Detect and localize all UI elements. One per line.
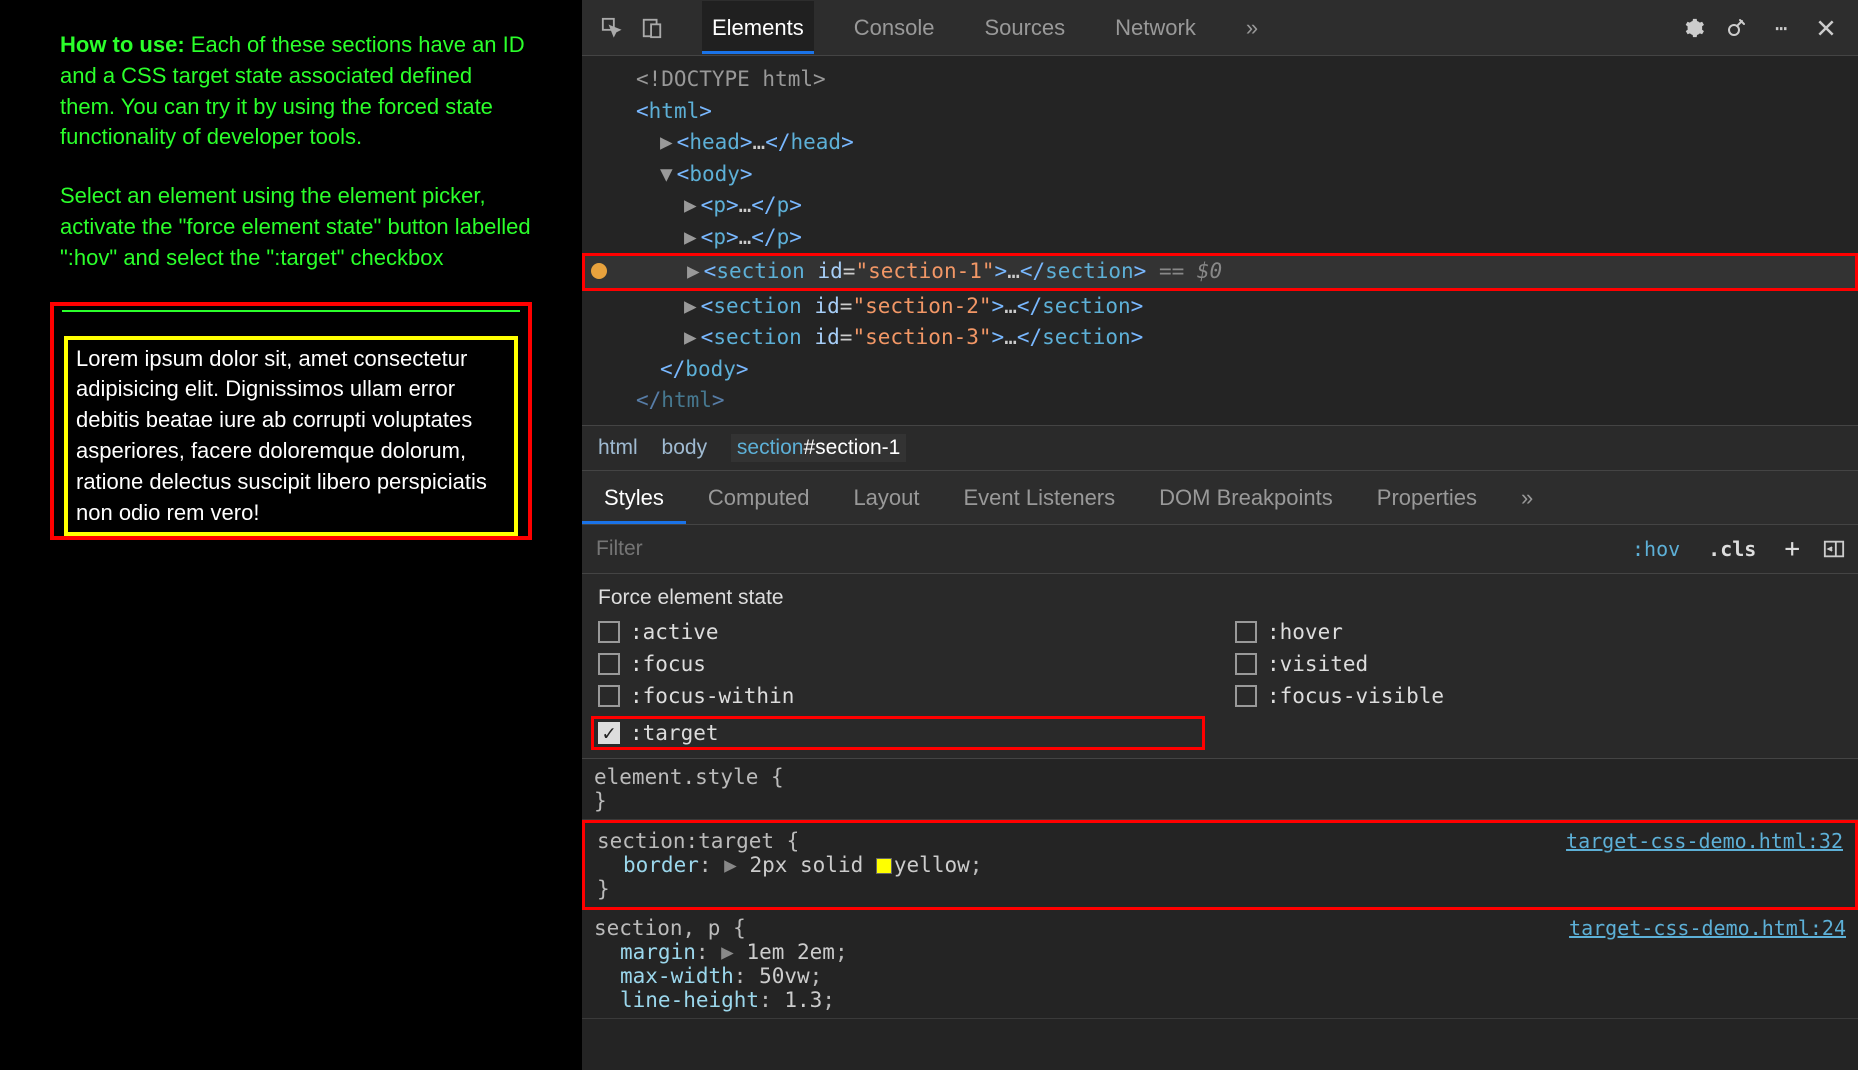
hov-toggle-button[interactable]: :hov: [1626, 535, 1686, 563]
checkbox-icon[interactable]: [598, 653, 620, 675]
rule-element-style[interactable]: element.style { }: [582, 759, 1858, 820]
tabs-overflow[interactable]: »: [1236, 1, 1268, 54]
state-focus-visible[interactable]: :focus-visible: [1235, 684, 1842, 708]
dom-section-3[interactable]: ▶<section id="section-3">…</section>: [582, 322, 1858, 354]
page-content-panel: How to use: Each of these sections have …: [0, 0, 582, 1070]
toolbar-right-icons: ⋯: [1682, 16, 1858, 40]
tab-console[interactable]: Console: [844, 1, 945, 54]
styles-tabs: Styles Computed Layout Event Listeners D…: [582, 471, 1858, 525]
state-focus[interactable]: :focus: [598, 652, 1205, 676]
crumb-body[interactable]: body: [662, 436, 708, 460]
inspect-element-icon[interactable]: [600, 16, 624, 40]
divider: [62, 310, 520, 312]
forced-state-marker-icon: [591, 263, 607, 279]
state-active[interactable]: :active: [598, 620, 1205, 644]
dom-html-close[interactable]: </html>: [582, 385, 1858, 417]
tab-network[interactable]: Network: [1105, 1, 1206, 54]
state-focus-within[interactable]: :focus-within: [598, 684, 1205, 708]
tab-styles[interactable]: Styles: [582, 471, 686, 524]
tab-sources[interactable]: Sources: [974, 1, 1075, 54]
devtools-tabs: Elements Console Sources Network »: [682, 1, 1682, 54]
dom-tree[interactable]: <!DOCTYPE html> <html> ▶<head>…</head> ▼…: [582, 56, 1858, 425]
checkbox-icon[interactable]: [598, 621, 620, 643]
more-options-icon[interactable]: ⋯: [1770, 16, 1794, 40]
dom-body-close[interactable]: </body>: [582, 354, 1858, 386]
dom-head[interactable]: ▶<head>…</head>: [582, 127, 1858, 159]
state-hover[interactable]: :hover: [1235, 620, 1842, 644]
tab-dom-breakpoints[interactable]: DOM Breakpoints: [1137, 471, 1355, 524]
state-visited[interactable]: :visited: [1235, 652, 1842, 676]
checkbox-icon[interactable]: [598, 685, 620, 707]
tab-elements[interactable]: Elements: [702, 1, 814, 54]
styles-rules-pane: element.style { } target-css-demo.html:3…: [582, 759, 1858, 1019]
devtools-panel: Elements Console Sources Network » ⋯ <!D…: [582, 0, 1858, 1070]
rule-section-target[interactable]: target-css-demo.html:32 section:target {…: [582, 820, 1858, 910]
sidebar-toggle-icon[interactable]: [1822, 537, 1846, 561]
checkbox-checked-icon[interactable]: ✓: [598, 722, 620, 744]
howto-paragraph: How to use: Each of these sections have …: [60, 30, 532, 153]
state-checkbox-grid: :active :hover :focus :visited :focus-wi…: [598, 620, 1842, 750]
force-state-title: Force element state: [598, 586, 1842, 610]
tab-layout[interactable]: Layout: [831, 471, 941, 524]
tab-properties[interactable]: Properties: [1355, 471, 1499, 524]
cls-toggle-button[interactable]: .cls: [1702, 535, 1762, 563]
checkbox-icon[interactable]: [1235, 685, 1257, 707]
issues-icon[interactable]: [1726, 16, 1750, 40]
howto-label: How to use:: [60, 32, 185, 57]
checkbox-icon[interactable]: [1235, 653, 1257, 675]
dom-p-2[interactable]: ▶<p>…</p>: [582, 222, 1858, 254]
styles-filter-bar: :hov .cls +: [582, 525, 1858, 574]
state-target[interactable]: ✓:target: [591, 716, 1205, 750]
source-link[interactable]: target-css-demo.html:32: [1566, 829, 1843, 853]
dom-body-open[interactable]: ▼<body>: [582, 159, 1858, 191]
dom-section-2[interactable]: ▶<section id="section-2">…</section>: [582, 291, 1858, 323]
instructions-paragraph: Select an element using the element pick…: [60, 181, 532, 273]
force-element-state-panel: Force element state :active :hover :focu…: [582, 574, 1858, 759]
styles-tabs-overflow[interactable]: »: [1499, 471, 1555, 524]
close-devtools-icon[interactable]: [1814, 16, 1838, 40]
tab-event-listeners[interactable]: Event Listeners: [942, 471, 1138, 524]
crumb-html[interactable]: html: [598, 436, 638, 460]
new-style-rule-button[interactable]: +: [1778, 532, 1806, 566]
dom-html-open[interactable]: <html>: [582, 96, 1858, 128]
section-1-content: Lorem ipsum dolor sit, amet consectetur …: [64, 336, 518, 537]
crumb-section-1[interactable]: section#section-1: [731, 434, 906, 462]
device-toolbar-icon[interactable]: [640, 16, 664, 40]
source-link[interactable]: target-css-demo.html:24: [1569, 916, 1846, 940]
settings-icon[interactable]: [1682, 16, 1706, 40]
tab-computed[interactable]: Computed: [686, 471, 832, 524]
section-1-highlight: Lorem ipsum dolor sit, amet consectetur …: [50, 302, 532, 541]
devtools-toolbar: Elements Console Sources Network » ⋯: [582, 0, 1858, 56]
checkbox-icon[interactable]: [1235, 621, 1257, 643]
dom-p-1[interactable]: ▶<p>…</p>: [582, 190, 1858, 222]
color-swatch-icon[interactable]: [876, 858, 892, 874]
dom-breadcrumb: html body section#section-1: [582, 425, 1858, 471]
toolbar-left-icons: [582, 16, 682, 40]
styles-filter-input[interactable]: [594, 531, 1610, 567]
dom-doctype[interactable]: <!DOCTYPE html>: [582, 64, 1858, 96]
rule-section-p[interactable]: target-css-demo.html:24 section, p { mar…: [582, 910, 1858, 1019]
dom-section-1-selected[interactable]: ▶<section id="section-1">…</section> == …: [582, 253, 1858, 291]
